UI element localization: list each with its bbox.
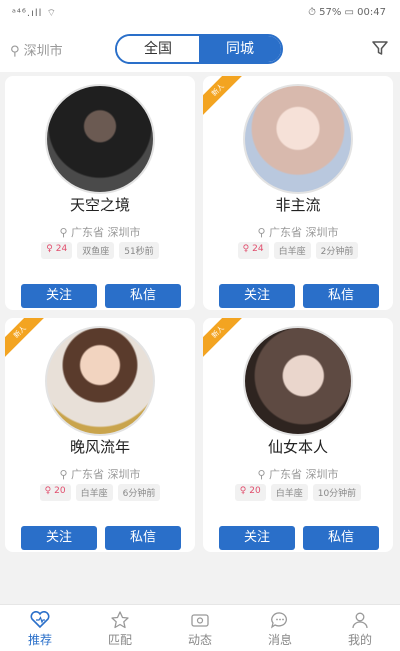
user-card[interactable]: 新人 非主流 ⚲ 广东省 深圳市 ♀ 24 白羊座 2分钟前 关注 私信 [203, 76, 393, 310]
tab-recommend[interactable]: 推荐 [0, 605, 80, 651]
tab-match[interactable]: 匹配 [80, 605, 160, 651]
user-name: 晚风流年 [69, 438, 130, 456]
age-tag: ♀ 20 [234, 484, 266, 501]
user-card[interactable]: 天空之境 ⚲ 广东省 深圳市 ♀ 24 双鱼座 51秒前 关注 私信 [5, 76, 195, 310]
user-location: ⚲ 广东省 深圳市 [203, 224, 393, 240]
message-button[interactable]: 私信 [105, 526, 181, 550]
match-icon [111, 611, 129, 629]
tab-label: 推荐 [27, 633, 52, 647]
tab-label: 匹配 [107, 633, 132, 647]
tab-nationwide[interactable]: 全国 [117, 36, 199, 62]
pin-icon: ⚲ [59, 226, 68, 239]
avatar[interactable] [243, 326, 353, 436]
top-header: ⚲ 深圳市 全国 同城 [0, 28, 400, 72]
card-actions: 关注 私信 [219, 284, 379, 308]
city: 深圳市 [107, 468, 141, 481]
follow-button[interactable]: 关注 [219, 526, 295, 550]
message-icon [270, 612, 287, 629]
location-pin-icon: ⚲ [10, 44, 20, 59]
tab-feed[interactable]: 动态 [160, 605, 240, 651]
tab-label: 我的 [347, 633, 372, 647]
new-user-badge: 新人 [203, 76, 248, 120]
tab-same-city[interactable]: 同城 [199, 36, 281, 62]
zodiac-tag: 白羊座 [270, 484, 308, 501]
follow-button[interactable]: 关注 [21, 284, 97, 308]
user-name: 非主流 [275, 196, 321, 214]
follow-button[interactable]: 关注 [219, 284, 295, 308]
time-tag: 51秒前 [119, 242, 159, 259]
time-tag: 10分钟前 [312, 484, 362, 501]
user-location: ⚲ 广东省 深圳市 [5, 224, 195, 240]
user-tags: ♀ 24 双鱼座 51秒前 [5, 242, 195, 259]
female-icon: ♀ [44, 486, 52, 496]
location-label: 深圳市 [23, 44, 63, 59]
scope-switch: 全国 同城 [115, 34, 283, 64]
user-card[interactable]: 新人 晚风流年 ⚲ 广东省 深圳市 ♀ 20 白羊座 6分钟前 关注 私信 [5, 318, 195, 552]
filter-icon[interactable] [372, 40, 388, 56]
province: 广东省 [71, 226, 105, 239]
age-tag: ♀ 24 [41, 242, 73, 259]
new-user-badge: 新人 [203, 318, 248, 362]
recommend-icon [30, 611, 50, 629]
avatar[interactable] [243, 84, 353, 194]
province: 广东省 [269, 226, 303, 239]
pin-icon: ⚲ [59, 468, 68, 481]
pin-icon: ⚲ [257, 226, 266, 239]
message-button[interactable]: 私信 [303, 284, 379, 308]
card-actions: 关注 私信 [21, 284, 181, 308]
message-button[interactable]: 私信 [303, 526, 379, 550]
age-tag: ♀ 20 [39, 484, 71, 501]
province: 广东省 [71, 468, 105, 481]
bottom-tab-bar: 推荐 匹配 动态 消息 我的 [0, 604, 400, 651]
user-tags: ♀ 20 白羊座 6分钟前 [5, 484, 195, 501]
tab-label: 消息 [267, 633, 292, 647]
avatar[interactable] [45, 326, 155, 436]
card-actions: 关注 私信 [219, 526, 379, 550]
status-bar: ᵃ⁴⁶.ıll ⌔ ⏱ 57% ▭ 00:47 [0, 0, 400, 28]
avatar[interactable] [45, 84, 155, 194]
time-tag: 2分钟前 [315, 242, 359, 259]
message-button[interactable]: 私信 [105, 284, 181, 308]
user-tags: ♀ 24 白羊座 2分钟前 [203, 242, 393, 259]
city: 深圳市 [305, 226, 339, 239]
signal-indicators: ᵃ⁴⁶.ıll ⌔ [12, 8, 58, 19]
zodiac-tag: 双鱼座 [77, 242, 115, 259]
province: 广东省 [269, 468, 303, 481]
profile-icon [352, 612, 368, 629]
zodiac-tag: 白羊座 [273, 242, 311, 259]
tab-profile[interactable]: 我的 [320, 605, 400, 651]
age-tag: ♀ 24 [237, 242, 269, 259]
feed-icon [191, 614, 209, 627]
zodiac-tag: 白羊座 [75, 484, 113, 501]
age-value: 24 [252, 244, 264, 254]
female-icon: ♀ [242, 244, 250, 254]
female-icon: ♀ [239, 486, 247, 496]
tab-label: 动态 [187, 633, 212, 647]
new-user-badge: 新人 [5, 318, 50, 362]
time-tag: 6分钟前 [117, 484, 161, 501]
pin-icon: ⚲ [257, 468, 266, 481]
age-value: 20 [54, 486, 66, 496]
user-name: 仙女本人 [267, 438, 328, 456]
user-name: 天空之境 [69, 196, 130, 214]
tab-messages[interactable]: 消息 [240, 605, 320, 651]
city: 深圳市 [305, 468, 339, 481]
location-selector[interactable]: ⚲ 深圳市 [10, 40, 63, 59]
user-card[interactable]: 新人 仙女本人 ⚲ 广东省 深圳市 ♀ 20 白羊座 10分钟前 关注 私信 [203, 318, 393, 552]
age-value: 24 [55, 244, 68, 254]
female-icon: ♀ [46, 244, 53, 254]
card-actions: 关注 私信 [21, 526, 181, 550]
age-value: 20 [249, 486, 261, 496]
user-tags: ♀ 20 白羊座 10分钟前 [203, 484, 393, 501]
user-location: ⚲ 广东省 深圳市 [5, 466, 195, 482]
city: 深圳市 [107, 226, 141, 239]
follow-button[interactable]: 关注 [21, 526, 97, 550]
user-location: ⚲ 广东省 深圳市 [203, 466, 393, 482]
status-right: ⏱ 57% ▭ 00:47 [308, 7, 386, 18]
